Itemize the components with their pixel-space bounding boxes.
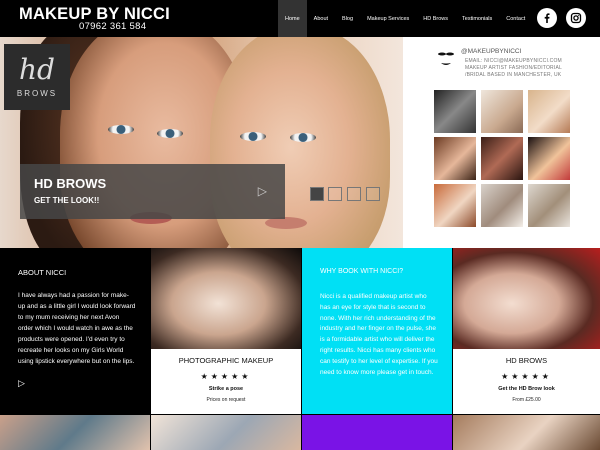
service-tagline: Get the HD Brow look bbox=[498, 386, 555, 392]
bottom-panel-purple bbox=[302, 415, 452, 450]
profile-line: /BRIDAL BASED IN MANCHESTER, UK bbox=[465, 72, 562, 78]
grid-photo[interactable] bbox=[528, 90, 570, 133]
play-icon[interactable]: ▷ bbox=[18, 378, 25, 389]
main-nav: Home About Blog Makeup Services HD Brows… bbox=[278, 0, 532, 37]
nav-testimonials[interactable]: Testimonials bbox=[455, 0, 499, 37]
play-icon[interactable]: ▷ bbox=[258, 184, 267, 198]
profile-line: EMAIL: NICCI@MAKEUPBYNICCI.COM bbox=[465, 58, 562, 64]
facebook-icon[interactable] bbox=[537, 8, 557, 28]
nav-about[interactable]: About bbox=[307, 0, 335, 37]
instagram-handle[interactable]: @MAKEUPBYNICCI bbox=[461, 48, 521, 55]
nav-makeup-services[interactable]: Makeup Services bbox=[360, 0, 416, 37]
hd-brows-image bbox=[453, 248, 600, 349]
star-rating: ★★★★★ bbox=[200, 372, 252, 381]
eye-image bbox=[157, 129, 183, 138]
why-title: WHY BOOK WITH NICCI? bbox=[320, 268, 404, 275]
hero-slider: hd BROWS HD BROWS GET THE LOOK!! ▷ bbox=[0, 37, 403, 248]
grid-photo[interactable] bbox=[528, 184, 570, 227]
hero-title: HD BROWS bbox=[34, 176, 107, 191]
grid-photo[interactable] bbox=[434, 90, 476, 133]
phone-number: 07962 361 584 bbox=[79, 21, 147, 32]
hd-brows-card[interactable]: HD BROWS ★★★★★ Get the HD Brow look From… bbox=[453, 248, 600, 414]
about-text: I have always had a passion for make-up … bbox=[18, 292, 136, 365]
profile-line: MAKEUP ARTIST FASHION/EDITORIAL bbox=[465, 65, 562, 71]
hero-caption-panel[interactable]: HD BROWS GET THE LOOK!! ▷ bbox=[20, 164, 285, 219]
service-price: Prices on request bbox=[206, 397, 246, 403]
service-price: From £25.00 bbox=[512, 397, 541, 403]
grid-photo[interactable] bbox=[528, 137, 570, 180]
service-title: HD BROWS bbox=[505, 356, 548, 365]
eye-image bbox=[108, 125, 134, 134]
slide-thumb-2[interactable] bbox=[328, 187, 342, 201]
grid-photo[interactable] bbox=[434, 137, 476, 180]
nav-home[interactable]: Home bbox=[278, 0, 307, 37]
face-logo-icon bbox=[438, 52, 454, 65]
photo-grid bbox=[434, 90, 570, 227]
grid-photo[interactable] bbox=[434, 184, 476, 227]
instagram-icon[interactable] bbox=[566, 8, 586, 28]
star-rating: ★★★★★ bbox=[501, 372, 552, 381]
instagram-feed: @MAKEUPBYNICCI EMAIL: NICCI@MAKEUPBYNICC… bbox=[403, 37, 600, 248]
grid-photo[interactable] bbox=[481, 137, 523, 180]
hd-brows-logo: hd BROWS bbox=[4, 44, 70, 110]
nav-contact[interactable]: Contact bbox=[499, 0, 532, 37]
bottom-photo bbox=[453, 415, 600, 450]
about-title: ABOUT NICCI bbox=[18, 268, 67, 277]
why-text: Nicci is a qualified makeup artist who h… bbox=[320, 293, 438, 376]
grid-photo[interactable] bbox=[481, 184, 523, 227]
logo-brows-text: BROWS bbox=[16, 89, 58, 98]
slide-thumb-3[interactable] bbox=[347, 187, 361, 201]
logo-hd-text: hd bbox=[19, 53, 55, 86]
bottom-photo bbox=[0, 415, 150, 450]
eye-image bbox=[290, 133, 316, 142]
slide-thumb-1[interactable] bbox=[310, 187, 324, 201]
grid-photo[interactable] bbox=[481, 90, 523, 133]
service-tagline: Strike a pose bbox=[208, 386, 244, 392]
bottom-photo bbox=[151, 415, 301, 450]
site-header: MAKEUP BY NICCI 07962 361 584 Home About… bbox=[0, 0, 600, 37]
about-card: ABOUT NICCI I have always had a passion … bbox=[0, 248, 150, 414]
nav-hd-brows[interactable]: HD Brows bbox=[416, 0, 455, 37]
why-book-card: WHY BOOK WITH NICCI? Nicci is a qualifie… bbox=[302, 248, 452, 414]
service-title: PHOTOGRAPHIC MAKEUP bbox=[178, 356, 274, 365]
eye-image bbox=[240, 132, 266, 141]
photographic-makeup-image bbox=[151, 248, 301, 349]
nav-blog[interactable]: Blog bbox=[335, 0, 360, 37]
hero-subtitle: GET THE LOOK!! bbox=[34, 196, 100, 205]
slide-thumb-4[interactable] bbox=[366, 187, 380, 201]
photographic-makeup-card[interactable]: PHOTOGRAPHIC MAKEUP ★★★★★ Strike a pose … bbox=[151, 248, 301, 414]
